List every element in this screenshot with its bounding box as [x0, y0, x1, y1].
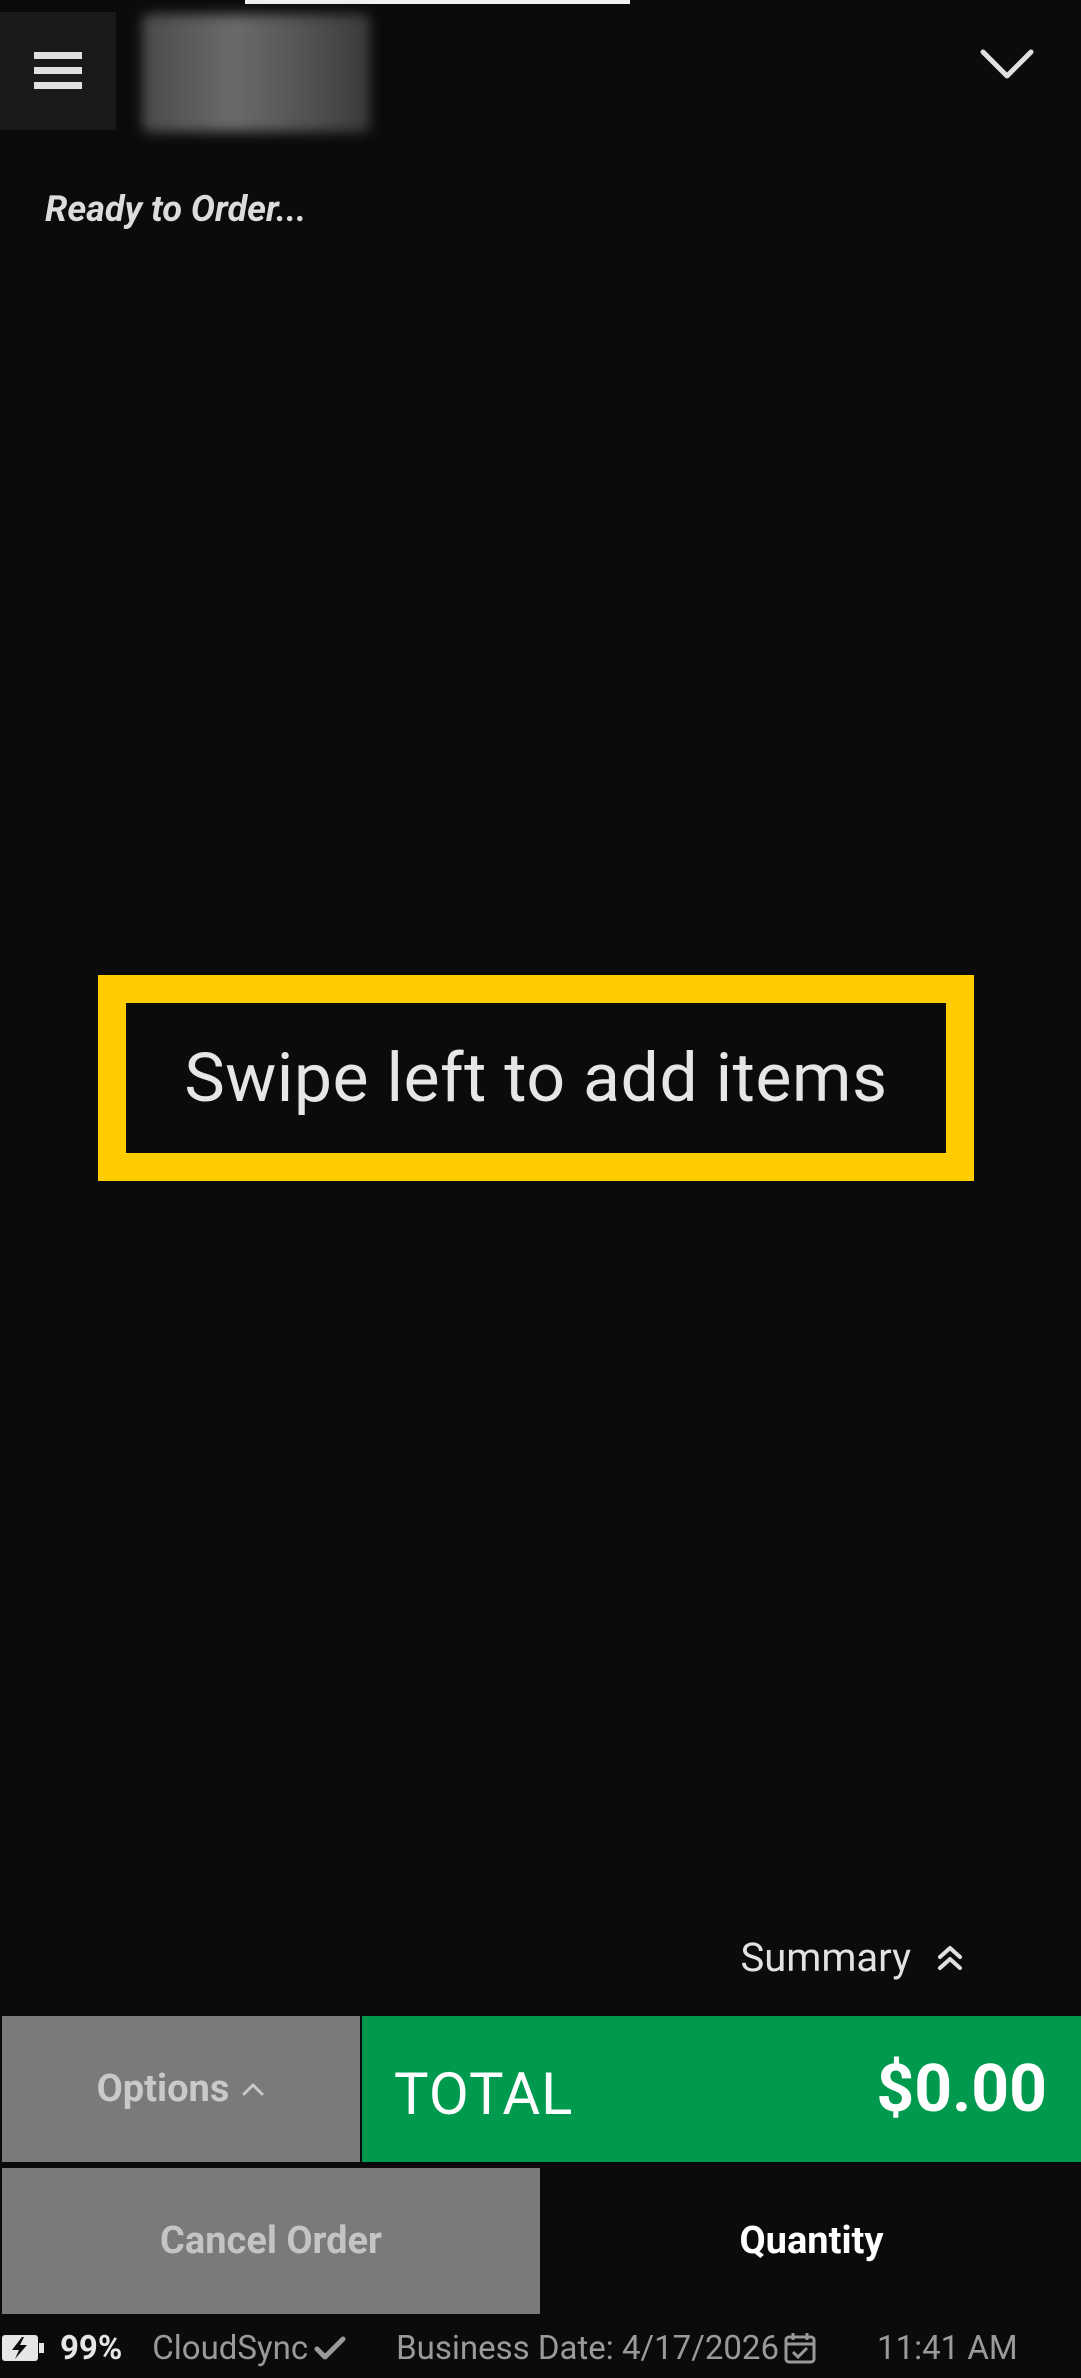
pos-order-screen: Ready to Order... Swipe left to add item…: [0, 0, 1081, 2378]
check-icon: [314, 2336, 346, 2360]
store-logo: [142, 14, 370, 132]
menu-button[interactable]: [0, 12, 116, 130]
calendar-check-icon: [784, 2333, 816, 2364]
quantity-button[interactable]: Quantity: [542, 2168, 1081, 2314]
business-date: Business Date: 4/17/2026: [396, 2328, 780, 2368]
order-status-text: Ready to Order...: [45, 188, 307, 230]
clock-time: 11:41 AM: [877, 2328, 1018, 2368]
device-status-bar: 99% CloudSync Business Date: 4/17/2026 1…: [0, 2318, 1081, 2378]
options-button[interactable]: Options: [2, 2016, 360, 2162]
chevron-up-icon: [242, 2083, 264, 2096]
empty-order-callout: Swipe left to add items: [98, 975, 974, 1181]
battery-percent: 99%: [60, 2328, 123, 2368]
summary-label: Summary: [740, 1934, 911, 1981]
quantity-label: Quantity: [739, 2219, 884, 2263]
total-panel[interactable]: TOTAL $0.00: [362, 2016, 1081, 2162]
chevron-down-icon[interactable]: [977, 44, 1037, 84]
cancel-order-button[interactable]: Cancel Order: [2, 2168, 540, 2314]
empty-order-message: Swipe left to add items: [184, 1038, 888, 1118]
double-chevron-up-icon: [938, 1945, 962, 1970]
summary-toggle[interactable]: Summary: [740, 1934, 963, 1981]
top-edge-strip: [245, 0, 630, 4]
total-label: TOTAL: [394, 2061, 574, 2129]
cloudsync-label: CloudSync: [152, 2328, 309, 2368]
total-amount: $0.00: [876, 2050, 1047, 2128]
hamburger-menu-icon: [34, 52, 82, 89]
battery-charging-icon: [2, 2335, 44, 2361]
cancel-order-label: Cancel Order: [160, 2219, 382, 2263]
options-label: Options: [96, 2067, 230, 2111]
